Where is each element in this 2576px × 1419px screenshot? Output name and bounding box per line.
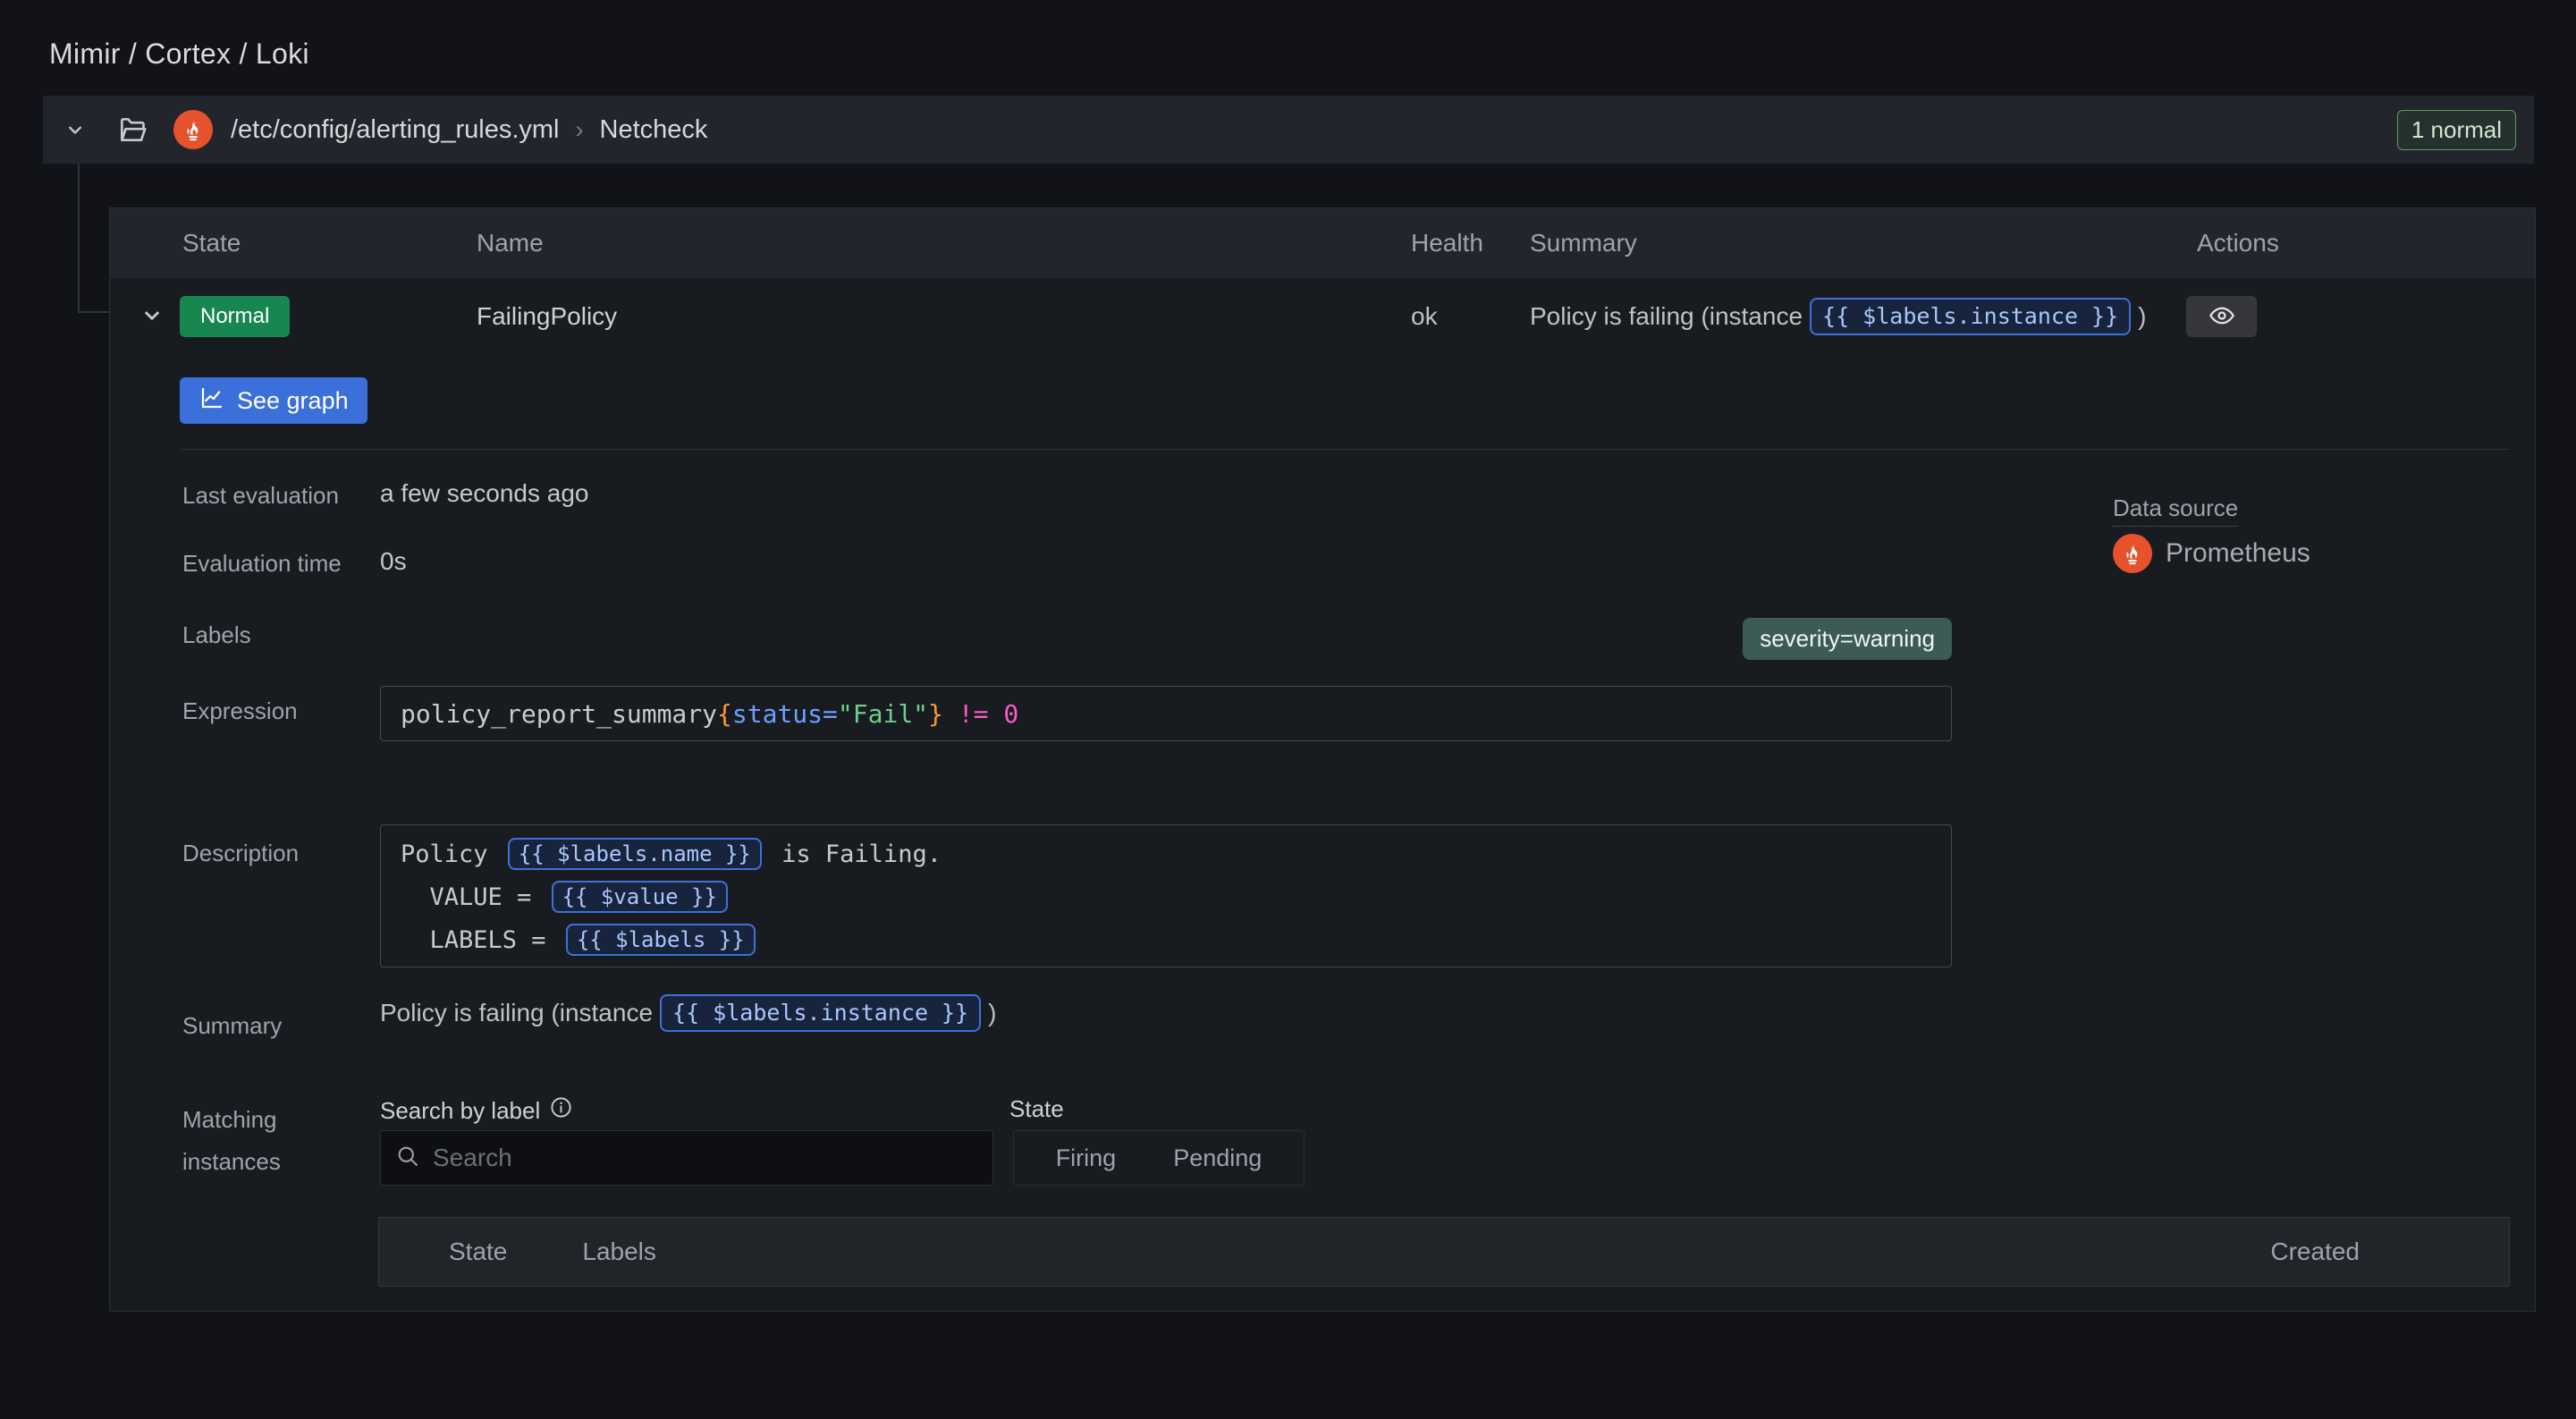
matching-label-line2: instances xyxy=(182,1148,281,1175)
description-text: Policy xyxy=(401,840,503,868)
search-input[interactable] xyxy=(431,1143,978,1173)
evaluation-time-label: Evaluation time xyxy=(182,550,342,578)
code-token: != 0 xyxy=(943,699,1018,729)
expression-label: Expression xyxy=(182,697,298,725)
header-summary: Summary xyxy=(1530,229,1637,258)
template-chip: {{ $labels }} xyxy=(566,924,756,957)
code-token: = xyxy=(823,699,838,729)
prometheus-icon xyxy=(173,110,213,149)
header-health: Health xyxy=(1411,229,1483,258)
divider xyxy=(180,449,2510,450)
chevron-down-icon xyxy=(63,117,88,142)
last-evaluation-label: Last evaluation xyxy=(182,482,339,510)
instances-header-labels: Labels xyxy=(582,1237,656,1266)
state-filter-pending[interactable]: Pending xyxy=(1144,1131,1290,1185)
status-badge: Normal xyxy=(180,296,290,337)
template-chip: {{ $value }} xyxy=(552,881,728,914)
template-chip: {{ $labels.instance }} xyxy=(660,994,981,1032)
alert-rules-page: Mimir / Cortex / Loki /etc/config/alerti… xyxy=(0,0,2576,1419)
collapse-rule-button[interactable] xyxy=(139,302,165,332)
search-field xyxy=(380,1130,993,1186)
matching-instances-label: Matching instances xyxy=(182,1099,281,1183)
info-icon[interactable] xyxy=(549,1095,573,1126)
summary-suffix: ) xyxy=(988,999,996,1027)
datasource-value[interactable]: Prometheus xyxy=(2113,534,2310,573)
summary-label: Summary xyxy=(182,1012,282,1040)
rule-group-bar[interactable]: /etc/config/alerting_rules.yml › Netchec… xyxy=(43,96,2534,164)
rules-panel: State Name Health Summary Actions Normal… xyxy=(109,207,2536,1312)
rule-group-name[interactable]: Netcheck xyxy=(600,115,708,145)
instances-header-created: Created xyxy=(2270,1237,2360,1266)
code-token: } xyxy=(928,699,943,729)
search-icon xyxy=(395,1144,420,1173)
description-box: Policy {{ $labels.name }} is Failing. VA… xyxy=(380,824,1952,967)
collapse-group-button[interactable] xyxy=(63,117,88,142)
description-line: Policy {{ $labels.name }} is Failing. xyxy=(401,832,1931,875)
datasource-name: Prometheus xyxy=(2166,538,2310,569)
prometheus-icon xyxy=(2113,534,2152,573)
instances-header-state: State xyxy=(449,1237,507,1266)
folder-icon xyxy=(114,112,150,148)
header-state: State xyxy=(182,229,241,258)
page-title: Mimir / Cortex / Loki xyxy=(49,38,309,71)
rule-summary: Policy is failing (instance {{ $labels.i… xyxy=(1530,298,2147,335)
template-chip: {{ $labels.name }} xyxy=(508,838,762,871)
severity-label-badge: severity=warning xyxy=(1743,618,1952,660)
description-text: VALUE = xyxy=(401,883,546,911)
chart-line-icon xyxy=(198,384,225,418)
description-line: VALUE = {{ $value }} xyxy=(401,875,1931,918)
instances-table-header: State Labels Created xyxy=(378,1217,2510,1287)
summary-prefix: Policy is failing (instance xyxy=(380,999,653,1027)
description-line: LABELS = {{ $labels }} xyxy=(401,918,1931,961)
labels-label: Labels xyxy=(182,621,251,649)
tree-connector-horizontal xyxy=(78,311,110,313)
expression-code[interactable]: policy_report_summary{status="Fail"} != … xyxy=(380,686,1952,741)
state-filter-label: State xyxy=(1009,1095,1064,1123)
matching-label-line1: Matching xyxy=(182,1106,277,1133)
breadcrumb-separator: › xyxy=(576,116,584,144)
rule-name: FailingPolicy xyxy=(477,302,617,331)
template-chip: {{ $labels.instance }} xyxy=(1810,298,2131,335)
table-row: Normal FailingPolicy ok Policy is failin… xyxy=(110,278,2535,355)
state-filter-firing[interactable]: Firing xyxy=(1027,1131,1145,1185)
see-graph-label: See graph xyxy=(237,387,349,415)
rules-file-path[interactable]: /etc/config/alerting_rules.yml xyxy=(231,115,560,145)
summary-suffix: ) xyxy=(2138,302,2146,331)
chevron-down-icon xyxy=(139,302,165,332)
eye-icon xyxy=(2208,301,2236,333)
description-text: LABELS = xyxy=(401,926,561,954)
last-evaluation-value: a few seconds ago xyxy=(380,479,589,508)
view-rule-button[interactable] xyxy=(2186,296,2257,337)
summary-value: Policy is failing (instance {{ $labels.i… xyxy=(380,994,997,1032)
summary-prefix: Policy is failing (instance xyxy=(1530,302,1803,331)
description-label: Description xyxy=(182,840,299,867)
tree-connector-vertical xyxy=(78,164,80,312)
search-by-label: Search by label xyxy=(380,1095,573,1126)
code-token: { xyxy=(717,699,732,729)
code-token: policy_report_summary xyxy=(401,699,717,729)
code-token: "Fail" xyxy=(838,699,928,729)
description-text: is Failing. xyxy=(767,840,942,868)
header-name: Name xyxy=(477,229,544,258)
search-by-label-text: Search by label xyxy=(380,1097,540,1125)
see-graph-button[interactable]: See graph xyxy=(180,377,367,424)
state-filter-group: Firing Pending xyxy=(1013,1130,1305,1186)
state-filter-label-text: State xyxy=(1009,1095,1064,1123)
rule-health: ok xyxy=(1411,302,1438,331)
code-token: status xyxy=(732,699,823,729)
group-status-badge: 1 normal xyxy=(2397,110,2516,150)
rules-table-header: State Name Health Summary Actions xyxy=(110,208,2535,278)
evaluation-time-value: 0s xyxy=(380,547,407,576)
header-actions: Actions xyxy=(2197,229,2279,258)
datasource-label: Data source xyxy=(2113,494,2238,527)
